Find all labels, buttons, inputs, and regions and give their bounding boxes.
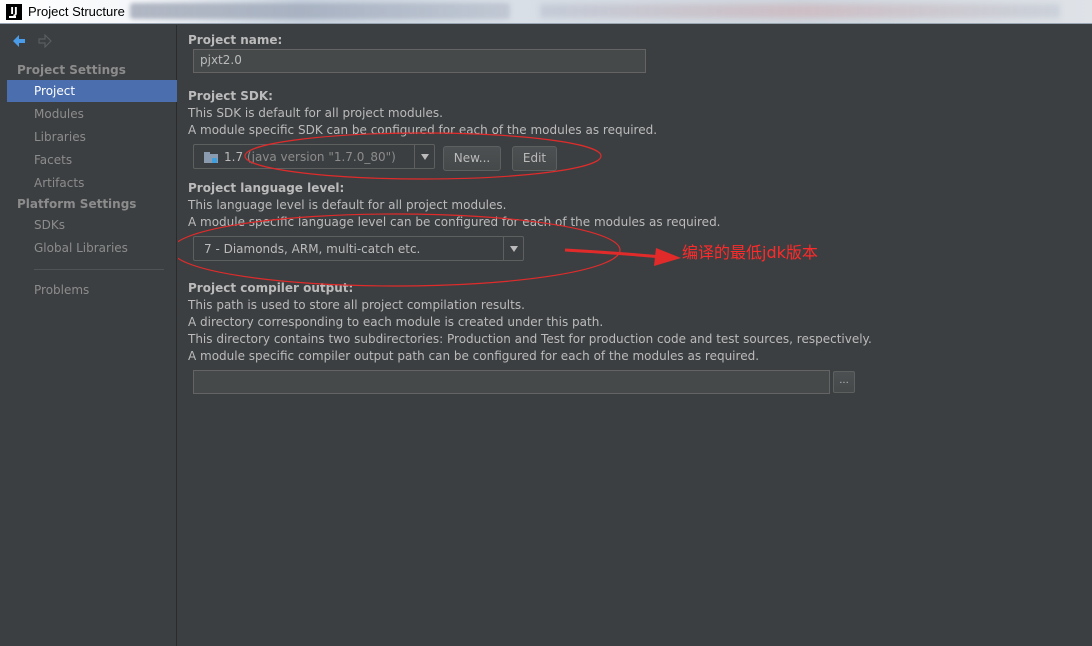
sdk-version: 1.7 [224, 150, 244, 164]
sidebar-item-problems[interactable]: Problems [7, 279, 177, 301]
sidebar-divider [34, 269, 164, 270]
blurred-background-window-title [130, 3, 510, 19]
annotation-arrow-icon [564, 248, 681, 266]
group-header-platform-settings: Platform Settings [17, 197, 137, 211]
sidebar-item-facets[interactable]: Facets [7, 149, 177, 171]
chevron-down-icon [421, 154, 429, 160]
annotation-label: 编译的最低jdk版本 [682, 243, 818, 262]
title-bar: IJ Project Structure [0, 0, 1092, 24]
compiler-output-label: Project compiler output: [188, 281, 354, 295]
blurred-background-tabs [540, 4, 1060, 18]
sidebar-item-global-libraries[interactable]: Global Libraries [7, 237, 177, 259]
browse-button[interactable]: ... [833, 371, 855, 393]
project-sdk-description-2: A module specific SDK can be configured … [188, 123, 658, 137]
language-level-description-1: This language level is default for all p… [188, 198, 507, 212]
project-sdk-label: Project SDK: [188, 89, 273, 103]
project-sdk-description-1: This SDK is default for all project modu… [188, 106, 443, 120]
sidebar-item-artifacts[interactable]: Artifacts [7, 172, 177, 194]
compiler-output-description-4: A module specific compiler output path c… [188, 349, 760, 363]
edit-sdk-button[interactable]: Edit [512, 146, 557, 171]
sidebar-item-libraries[interactable]: Libraries [7, 126, 177, 148]
compiler-output-path-input[interactable] [193, 370, 830, 394]
sdk-folder-icon [204, 152, 218, 163]
project-name-label: Project name: [188, 33, 283, 47]
sidebar: Project Settings Project Modules Librari… [0, 25, 177, 646]
compiler-output-description-3: This directory contains two subdirectori… [188, 332, 872, 346]
sdk-version-detail: (java version "1.7.0_80") [246, 150, 396, 164]
project-sdk-dropdown[interactable]: 1.7 (java version "1.7.0_80") [193, 144, 435, 169]
window-title: Project Structure [28, 4, 125, 19]
chevron-down-icon [510, 246, 518, 252]
language-level-value: 7 - Diamonds, ARM, multi-catch etc. [204, 242, 421, 256]
sidebar-item-modules[interactable]: Modules [7, 103, 177, 125]
sdk-selected-value: 1.7 (java version "1.7.0_80") [224, 150, 396, 164]
forward-arrow-icon[interactable] [38, 33, 56, 50]
project-settings-panel: Project name: pjxt2.0 Project SDK: This … [178, 25, 1092, 646]
project-name-input[interactable]: pjxt2.0 [193, 49, 646, 73]
back-arrow-icon[interactable] [12, 34, 30, 50]
intellij-app-icon: IJ [6, 4, 22, 20]
sdk-dropdown-toggle[interactable] [414, 145, 434, 168]
compiler-output-description-1: This path is used to store all project c… [188, 298, 525, 312]
new-sdk-button[interactable]: New... [443, 146, 501, 171]
compiler-output-description-2: A directory corresponding to each module… [188, 315, 604, 329]
language-level-label: Project language level: [188, 181, 345, 195]
sidebar-item-project[interactable]: Project [7, 80, 177, 102]
group-header-project-settings: Project Settings [17, 63, 126, 77]
sidebar-item-sdks[interactable]: SDKs [7, 214, 177, 236]
language-level-description-2: A module specific language level can be … [188, 215, 721, 229]
language-level-dropdown[interactable]: 7 - Diamonds, ARM, multi-catch etc. [193, 236, 524, 261]
language-level-dropdown-toggle[interactable] [503, 237, 523, 260]
